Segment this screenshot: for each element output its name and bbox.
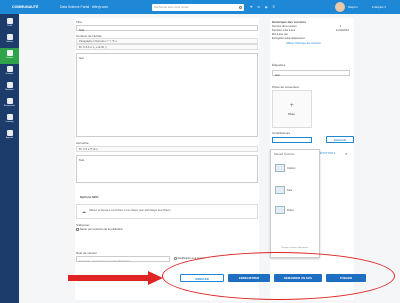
content-editor[interactable]: test bbox=[76, 53, 258, 137]
search-input[interactable]: Recherche dans votre portail bbox=[152, 4, 244, 11]
agenda-icon bbox=[6, 130, 13, 136]
org-logo-icon bbox=[275, 206, 285, 214]
modif-radio[interactable] bbox=[174, 257, 177, 260]
history-label: Historique des versions bbox=[272, 20, 307, 24]
org-logo-icon bbox=[275, 164, 285, 172]
auto-label: Enregistré automatiquement bbox=[272, 37, 305, 40]
breadcrumb[interactable]: Data Science Portal · Afterjv.com bbox=[60, 5, 108, 9]
seo-label[interactable]: Options SEO bbox=[80, 195, 99, 199]
title-input[interactable]: Test bbox=[76, 25, 258, 32]
close-icon[interactable]: ✕ bbox=[345, 152, 348, 156]
schedule-label: Mis à jour par bbox=[272, 33, 288, 36]
user-icon bbox=[6, 18, 13, 24]
authorize-button[interactable]: Autoriser bbox=[326, 136, 354, 143]
sidebar-item-groupes[interactable]: Groupes bbox=[0, 64, 19, 80]
upload-icon: ☁ bbox=[82, 209, 86, 214]
contributor-dropdown: Dassault Systèmes Chatbot Data Bodax Cha… bbox=[270, 149, 320, 258]
brand-label[interactable]: COMMUNAUTÉ bbox=[12, 5, 38, 9]
note-label: Note de version bbox=[76, 251, 98, 255]
dropdown-item[interactable]: Data bbox=[274, 184, 318, 202]
dropzone-text: Glissez et déposez vos fichiers ici ou c… bbox=[89, 209, 171, 212]
dropdown-footer[interactable]: Charger d'autres utilisateurs bbox=[281, 247, 308, 249]
dropdown-header: Dassault Systèmes bbox=[274, 153, 295, 156]
search-placeholder: Recherche dans votre portail bbox=[154, 5, 189, 9]
dashboard-icon bbox=[6, 34, 13, 40]
learning-icon bbox=[6, 114, 13, 120]
top-bar: COMMUNAUTÉ Data Science Portal · Afterjv… bbox=[0, 0, 400, 14]
language-select[interactable]: Français ▾ bbox=[372, 5, 386, 9]
accroche-toolbar[interactable]: B I U S ≡ ☰ ⊞ ⟨⟩ bbox=[76, 146, 258, 152]
accroche-label: Accroche bbox=[76, 141, 89, 145]
tags-input[interactable]: test bbox=[272, 70, 350, 77]
dropdown-item[interactable]: Chatbot bbox=[274, 162, 318, 180]
user-name[interactable]: Stephn bbox=[348, 5, 358, 9]
history-link[interactable]: Afficher l'historique des révisions bbox=[286, 42, 321, 45]
accroche-editor[interactable]: Test bbox=[76, 155, 258, 183]
alerter-option[interactable]: Alerter par email lors de la publication bbox=[76, 228, 123, 231]
calendar-icon bbox=[6, 98, 13, 104]
sidebar-item-tableau[interactable]: Tableau bbox=[0, 32, 19, 48]
version-value: 1 bbox=[340, 25, 342, 28]
contrib-label: Contributeurs bbox=[272, 131, 291, 135]
sidebar-item-membres[interactable]: Membres bbox=[0, 80, 19, 96]
toolbar-icons[interactable]: ⚑ ✉ ◉ ☰ bbox=[250, 5, 277, 9]
search-icon[interactable] bbox=[239, 5, 242, 9]
annotation-arrow-icon bbox=[68, 271, 163, 285]
alerter-label: S'abonner bbox=[76, 223, 90, 227]
note-input[interactable]: Exemple : ajout d'une nouvelle illustrat… bbox=[76, 256, 170, 263]
sidebar-item-profil[interactable]: Profil bbox=[0, 16, 19, 32]
date-value: 11/12/2023 bbox=[336, 29, 349, 32]
members-icon bbox=[6, 82, 13, 88]
sidebar-item-evenements[interactable]: Événements bbox=[0, 96, 19, 112]
sidebar-item-learning[interactable]: Learning bbox=[0, 112, 19, 128]
cover-button-label: Photo bbox=[288, 113, 295, 116]
contrib-input[interactable] bbox=[272, 137, 312, 143]
alerter-checkbox[interactable] bbox=[76, 228, 79, 231]
cover-label: Photo de couverture bbox=[272, 85, 300, 89]
annotation-ellipse bbox=[162, 252, 395, 300]
file-dropzone[interactable]: ☁ Glissez et déposez vos fichiers ici ou… bbox=[76, 204, 258, 219]
org-logo-icon bbox=[275, 186, 285, 194]
date-label: Dernière mise à jour bbox=[272, 29, 296, 32]
version-label: Numéro de la version bbox=[272, 25, 297, 28]
sidebar-item-contenu[interactable]: Contenu bbox=[0, 48, 19, 64]
document-icon bbox=[6, 50, 13, 56]
title-label: Titre bbox=[76, 20, 82, 24]
contrib-role[interactable]: R/TUTTOR ▾ bbox=[320, 152, 335, 155]
dropdown-item[interactable]: Bodax bbox=[274, 204, 318, 222]
tags-label: Étiquettes bbox=[272, 63, 286, 67]
plus-icon: + bbox=[290, 103, 294, 109]
avatar[interactable] bbox=[335, 2, 345, 12]
cover-upload[interactable]: + Photo bbox=[272, 90, 312, 128]
sidebar: Profil Tableau Contenu Groupes Membres É… bbox=[0, 14, 19, 303]
sidebar-item-agenda[interactable]: Agenda bbox=[0, 128, 19, 144]
content-toolbar-row2[interactable]: B I U S A x² x₂ ≡ ⊞ ⌧ ⟨⟩ bbox=[76, 44, 258, 50]
group-icon bbox=[6, 66, 13, 72]
